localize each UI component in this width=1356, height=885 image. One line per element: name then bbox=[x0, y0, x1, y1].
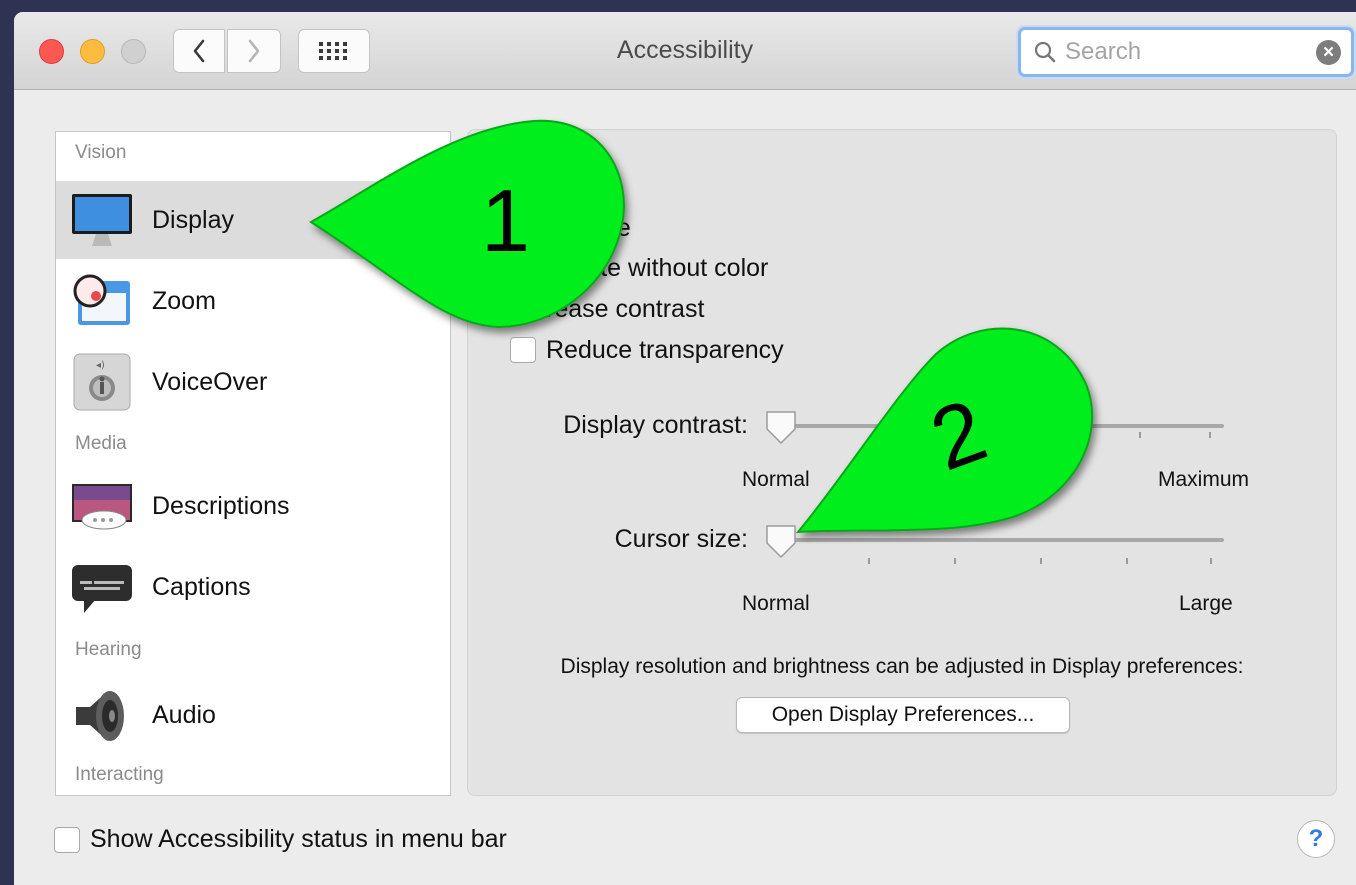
section-header-hearing: Hearing bbox=[75, 639, 142, 660]
sidebar-item-label: Display bbox=[152, 205, 234, 234]
captions-icon bbox=[72, 565, 132, 613]
sidebar-item-captions[interactable]: Captions bbox=[56, 548, 450, 626]
slider-track bbox=[780, 538, 1224, 542]
slider-tick bbox=[954, 558, 956, 564]
svg-text:◂): ◂) bbox=[96, 360, 105, 371]
sidebar-item-label: Audio bbox=[152, 700, 216, 729]
sidebar-item-label: Descriptions bbox=[152, 491, 290, 520]
show-status-option[interactable]: Show Accessibility status in menu bar bbox=[54, 825, 507, 854]
sidebar-item-display[interactable]: Display bbox=[56, 181, 450, 259]
clear-search-icon[interactable]: × bbox=[1316, 40, 1341, 65]
option-label: entiate without color bbox=[546, 253, 769, 282]
section-header-vision: Vision bbox=[75, 142, 127, 163]
slider-tick bbox=[1040, 558, 1042, 564]
contrast-min-label: Normal bbox=[742, 468, 810, 491]
title-bar: Accessibility × bbox=[14, 12, 1356, 90]
option-differentiate-without-color[interactable]: entiate without color bbox=[510, 251, 768, 285]
sidebar-item-label: Captions bbox=[152, 572, 251, 601]
search-field[interactable]: × bbox=[1018, 27, 1354, 77]
option-label: Show Accessibility status in menu bar bbox=[90, 825, 507, 853]
slider-tick bbox=[1139, 432, 1141, 438]
option-label: rease contrast bbox=[546, 294, 705, 323]
sidebar-item-label: VoiceOver bbox=[152, 367, 268, 396]
slider-tick bbox=[868, 558, 870, 564]
display-settings-panel: colors ayscale entiate without color rea… bbox=[467, 129, 1337, 796]
slider-knob[interactable] bbox=[764, 409, 798, 447]
sidebar-item-zoom[interactable]: Zoom bbox=[56, 262, 450, 340]
checkbox[interactable] bbox=[510, 337, 536, 363]
cursor-size-label: Cursor size: bbox=[614, 525, 748, 553]
preferences-window: Accessibility × Vision Display bbox=[14, 12, 1356, 885]
option-reduce-transparency[interactable]: Reduce transparency bbox=[510, 333, 784, 367]
search-input[interactable] bbox=[1065, 36, 1305, 68]
callout-1-number: 1 bbox=[481, 171, 530, 270]
checkbox[interactable] bbox=[510, 296, 536, 322]
voiceover-icon: ◂) bbox=[73, 353, 131, 411]
speaker-icon bbox=[76, 691, 124, 741]
slider-tick bbox=[1210, 558, 1212, 564]
slider-knob[interactable] bbox=[764, 523, 798, 561]
help-button[interactable]: ? bbox=[1297, 820, 1335, 858]
option-increase-contrast[interactable]: rease contrast bbox=[510, 292, 704, 326]
zoom-icon bbox=[73, 274, 130, 325]
sidebar-item-label: Zoom bbox=[152, 286, 216, 315]
cursor-max-label: Large bbox=[1179, 592, 1233, 615]
option-label: Reduce transparency bbox=[546, 335, 784, 364]
slider-tick bbox=[1209, 432, 1211, 438]
sidebar-item-voiceover[interactable]: ◂) VoiceOver bbox=[56, 343, 450, 421]
contrast-max-label: Maximum bbox=[1158, 468, 1250, 491]
section-header-interacting: Interacting bbox=[75, 764, 164, 785]
slider-tick bbox=[1126, 558, 1128, 564]
search-icon bbox=[1034, 41, 1056, 63]
sidebar-item-descriptions[interactable]: Descriptions bbox=[56, 467, 450, 545]
option-label: ayscale bbox=[546, 213, 631, 242]
section-header-media: Media bbox=[75, 433, 127, 454]
display-info-text: Display resolution and brightness can be… bbox=[560, 655, 1244, 678]
open-display-preferences-button[interactable]: Open Display Preferences... bbox=[736, 697, 1070, 733]
checkbox[interactable] bbox=[54, 826, 80, 853]
display-contrast-label: Display contrast: bbox=[563, 411, 748, 439]
option-label: colors bbox=[546, 172, 613, 201]
cursor-min-label: Normal bbox=[742, 592, 810, 615]
monitor-icon bbox=[72, 194, 132, 246]
slider-track bbox=[780, 424, 1224, 428]
sidebar-item-audio[interactable]: Audio bbox=[56, 676, 450, 754]
category-sidebar[interactable]: Vision Display Zoom ◂) VoiceOver Media D… bbox=[55, 131, 451, 796]
descriptions-icon bbox=[72, 484, 132, 530]
